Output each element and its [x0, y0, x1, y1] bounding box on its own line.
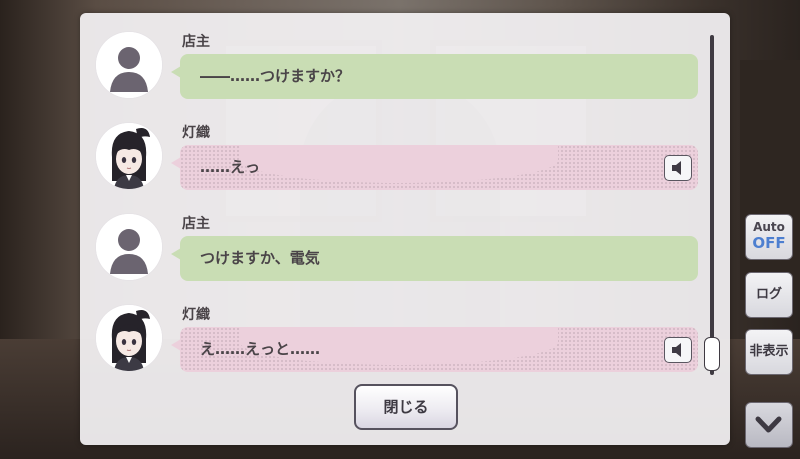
backlog-panel[interactable]: 店主 ――……つけますか？ 灯織 ……えっ 店主 つけますか、電気 灯織 え……… — [80, 13, 730, 445]
dialogue-bubble: ――……つけますか？ — [171, 54, 698, 99]
dialogue-bubble: つけますか、電気 — [171, 236, 698, 281]
hide-ui-button[interactable]: 非表示 — [745, 329, 793, 375]
log-button[interactable]: ログ — [745, 272, 793, 318]
speaker-name: 店主 — [182, 216, 210, 232]
character-portrait-hiori-icon — [96, 305, 162, 371]
speaker-name: 灯織 — [182, 125, 210, 141]
log-entry: 灯織 ……えっ — [96, 123, 698, 209]
speaker-name: 灯織 — [182, 307, 210, 323]
speaker-name: 店主 — [182, 34, 210, 50]
log-scrollbar-track[interactable] — [710, 35, 714, 375]
close-log-button[interactable]: 閉じる — [354, 384, 458, 430]
dialogue-bubble: え……えっと…… — [171, 327, 698, 372]
speaker-icon — [672, 161, 681, 175]
silhouette-avatar-icon — [96, 214, 162, 280]
log-entry: 店主 ――……つけますか？ — [96, 32, 698, 118]
dialogue-text: ……えっ — [200, 158, 261, 176]
speaker-icon — [672, 343, 681, 357]
dialogue-bubble: ……えっ — [171, 145, 698, 190]
silhouette-avatar-icon — [96, 32, 162, 98]
log-scrollbar-thumb[interactable] — [704, 337, 720, 371]
log-entry: 灯織 え……えっと…… — [96, 305, 698, 391]
log-entry: 店主 つけますか、電気 — [96, 214, 698, 300]
dialogue-text: ――……つけますか？ — [200, 67, 351, 85]
character-portrait-hiori-icon — [96, 123, 162, 189]
scroll-down-button[interactable] — [745, 402, 793, 448]
auto-label: Auto — [753, 220, 785, 234]
log-button-label: ログ — [755, 287, 782, 302]
auto-state: OFF — [752, 234, 786, 252]
chevron-down-icon — [755, 416, 782, 433]
background-shelf — [740, 60, 800, 300]
dialogue-text: つけますか、電気 — [200, 249, 320, 267]
auto-toggle-button[interactable]: Auto OFF — [745, 214, 793, 260]
voice-replay-button[interactable] — [664, 337, 692, 363]
hide-ui-button-label: 非表示 — [749, 344, 789, 359]
voice-replay-button[interactable] — [664, 155, 692, 181]
dialogue-text: え……えっと…… — [200, 340, 321, 358]
